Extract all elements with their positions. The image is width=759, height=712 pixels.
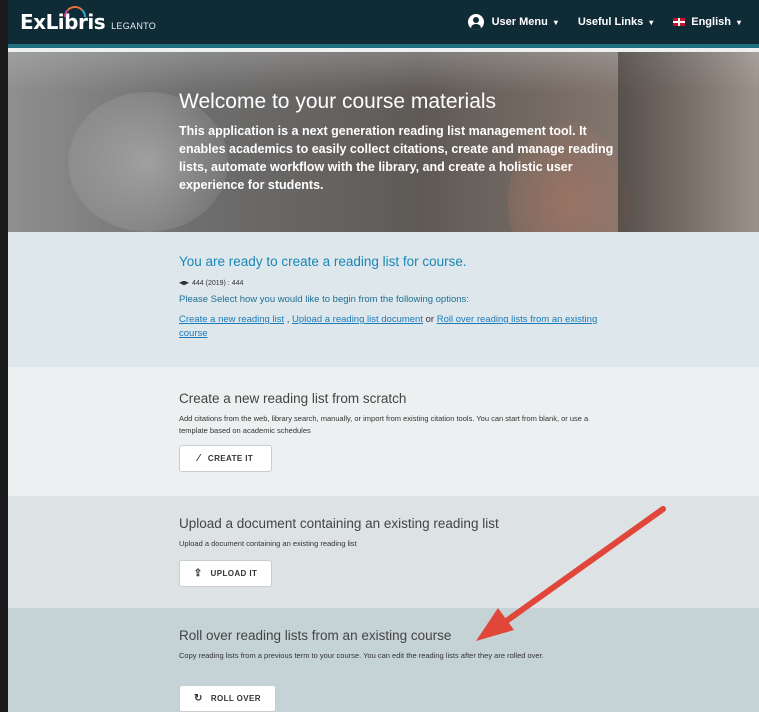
ready-title: You are ready to create a reading list f… (179, 254, 467, 269)
upload-it-label: UPLOAD IT (210, 569, 258, 578)
logo-arc-icon (64, 6, 86, 17)
magic-wand-icon: ⁄ (197, 453, 200, 464)
roll-over-section: Roll over reading lists from an existing… (8, 608, 759, 712)
create-description: Add citations from the web, library sear… (179, 414, 589, 435)
brand-name: ExLibris (20, 10, 106, 34)
user-menu[interactable]: User Menu ▾ (467, 14, 558, 30)
roll-over-label: ROLL OVER (210, 694, 261, 703)
link-separator: , (284, 314, 293, 325)
option-links: Create a new reading list , Upload a rea… (179, 313, 619, 341)
select-instructions: Please Select how you would like to begi… (179, 294, 469, 305)
hero-background (618, 52, 758, 232)
graduation-cap-icon (179, 280, 189, 286)
app-frame: ExLibris LEGANTO User Menu ▾ Useful Link… (8, 0, 759, 712)
roll-over-title: Roll over reading lists from an existing… (179, 628, 452, 643)
welcome-description: This application is a next generation re… (179, 124, 614, 192)
course-code: 444 (2019) : 444 (192, 280, 244, 287)
upload-section: Upload a document containing an existing… (8, 496, 759, 608)
language-label: English (691, 16, 731, 28)
create-title: Create a new reading list from scratch (179, 391, 407, 406)
user-menu-label: User Menu (491, 16, 548, 28)
upload-it-button[interactable]: ⇪ UPLOAD IT (179, 560, 272, 587)
create-it-label: CREATE IT (207, 454, 254, 463)
course-info: 444 (2019) : 444 (179, 280, 243, 287)
nav-right: User Menu ▾ Useful Links ▾ English ▾ (448, 14, 741, 30)
refresh-icon: ↻ (194, 693, 203, 704)
upload-title: Upload a document containing an existing… (179, 516, 499, 531)
ready-section: You are ready to create a reading list f… (8, 232, 759, 367)
uk-flag-icon (673, 18, 686, 26)
welcome-hero: Welcome to your course materials This ap… (8, 52, 759, 232)
create-section: Create a new reading list from scratch A… (8, 367, 759, 496)
top-navigation-bar: ExLibris LEGANTO User Menu ▾ Useful Link… (8, 0, 759, 48)
upload-document-link[interactable]: Upload a reading list document (292, 314, 423, 325)
upload-icon: ⇪ (193, 568, 203, 579)
roll-over-button[interactable]: ↻ ROLL OVER (179, 685, 276, 712)
product-name: LEGANTO (111, 21, 157, 31)
create-it-button[interactable]: ⁄ CREATE IT (179, 445, 272, 472)
create-list-link[interactable]: Create a new reading list (179, 314, 284, 325)
useful-links-label: Useful Links (577, 16, 644, 28)
caret-down-icon: ▾ (736, 17, 741, 27)
language-menu[interactable]: English ▾ (673, 16, 741, 28)
welcome-title: Welcome to your course materials (179, 90, 497, 113)
roll-over-description: Copy reading lists from a previous term … (179, 651, 544, 660)
user-icon (467, 14, 484, 30)
caret-down-icon: ▾ (553, 17, 558, 27)
caret-down-icon: ▾ (649, 17, 654, 27)
link-separator: or (422, 314, 437, 325)
upload-description: Upload a document containing an existing… (179, 539, 357, 548)
exlibris-logo[interactable]: ExLibris LEGANTO (20, 6, 157, 34)
useful-links-menu[interactable]: Useful Links ▾ (578, 16, 653, 28)
